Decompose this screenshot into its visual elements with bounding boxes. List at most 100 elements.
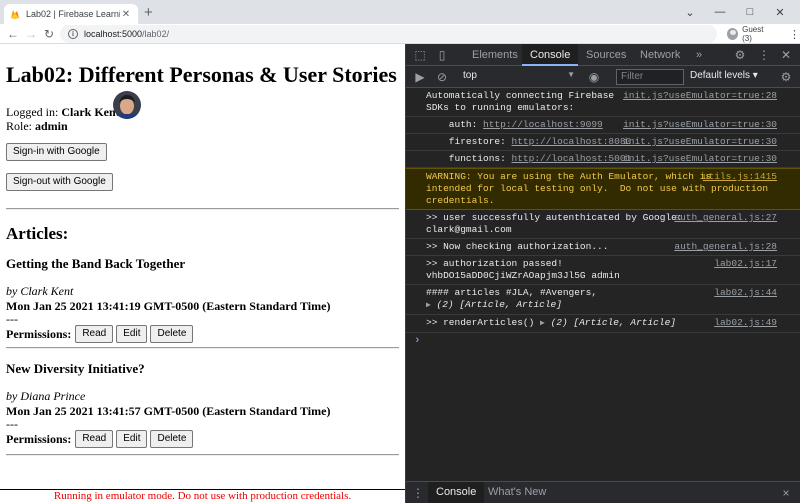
settings-gear-icon[interactable]: ⚙ <box>732 47 748 63</box>
expand-triangle-icon[interactable]: ▶ <box>426 301 431 310</box>
clear-console-icon[interactable]: ⊘ <box>434 69 450 85</box>
console-message: >> authorization passed! vhbDO15aDD0CjiW… <box>406 256 800 285</box>
drawer-menu-icon[interactable]: ⋮ <box>410 485 426 501</box>
article-title: New Diversity Initiative? <box>6 361 145 376</box>
article-card: Getting the Band Back Together by Clark … <box>6 256 399 343</box>
forward-icon[interactable]: → <box>23 26 39 42</box>
drawer-tab-whats-new[interactable]: What's New <box>480 482 554 503</box>
close-drawer-icon[interactable]: × <box>778 485 794 501</box>
maximize-icon[interactable]: □ <box>735 0 765 24</box>
delete-button[interactable]: Delete <box>150 325 194 343</box>
console-toolbar: ▶ ⊘ top ▼ ◉ Filter Default levels ▾ ⚙ <box>406 66 800 88</box>
tab-network[interactable]: Network <box>632 44 688 66</box>
delete-button[interactable]: Delete <box>150 430 194 448</box>
article-author: by Diana Prince <box>6 389 86 403</box>
devtools-drawer: ⋮ Console What's New × <box>406 481 800 503</box>
site-info-icon[interactable]: i <box>68 29 78 39</box>
back-icon[interactable]: ← <box>5 26 21 42</box>
read-button[interactable]: Read <box>75 430 114 448</box>
console-settings-gear-icon[interactable]: ⚙ <box>778 69 794 85</box>
tab-console[interactable]: Console <box>522 44 579 66</box>
signin-row: Sign-in with Google <box>6 143 399 161</box>
source-link[interactable]: auth_general.js:28 <box>674 241 777 253</box>
url-link[interactable]: http://localhost:8080 <box>512 136 632 147</box>
tab-close-icon[interactable]: ✕ <box>120 9 132 20</box>
devtools-panel: ⬚ ▯ Elements Console Sources Network » ⚙… <box>405 44 800 503</box>
source-link[interactable]: init.js?useEmulator=true:30 <box>623 119 777 131</box>
role-label: Role: <box>6 119 32 133</box>
drawer-tab-console[interactable]: Console <box>428 482 485 503</box>
console-message: functions: http://localhost:5001 init.js?… <box>406 151 800 168</box>
source-link[interactable]: init.js?useEmulator=true:28 <box>623 90 777 102</box>
profile-label: Guest (3) <box>742 25 764 43</box>
firebase-icon <box>11 10 19 19</box>
navigation-bar: ← → ↻ i localhost:5000/lab02/ Guest (3) … <box>0 24 800 44</box>
logged-in-line: Logged in: Clark Kent <box>6 105 399 119</box>
article-date: Mon Jan 25 2021 13:41:19 GMT-0500 (Easte… <box>6 299 331 313</box>
role-value: admin <box>35 119 68 133</box>
article-card: New Diversity Initiative? by Diana Princ… <box>6 361 399 448</box>
page-title: Lab02: Different Personas & User Stories <box>6 62 397 87</box>
permissions-label: Permissions: <box>6 326 72 341</box>
close-devtools-icon[interactable]: ✕ <box>778 47 794 63</box>
article-separator: --- <box>6 417 18 431</box>
source-link[interactable]: auth_general.js:27 <box>674 212 777 224</box>
expand-triangle-icon[interactable]: ▶ <box>540 319 545 328</box>
edit-button[interactable]: Edit <box>116 430 148 448</box>
logged-in-label: Logged in: <box>6 105 59 119</box>
address-bar[interactable]: i localhost:5000/lab02/ <box>60 25 717 43</box>
log-levels-dropdown[interactable]: Default levels ▾ <box>690 70 758 81</box>
filter-input[interactable]: Filter <box>616 69 684 85</box>
source-link[interactable]: init.js?useEmulator=true:30 <box>623 153 777 165</box>
source-link[interactable]: lab02.js:17 <box>714 258 777 270</box>
url-link[interactable]: http://localhost:9099 <box>483 119 603 130</box>
console-message: #### articles #JLA, #Avengers, ▶ (2) [Ar… <box>406 285 800 315</box>
inspect-element-icon[interactable]: ⬚ <box>412 47 428 63</box>
article-separator: --- <box>6 312 18 326</box>
expandable-array[interactable]: (2) [Article, Article] <box>437 299 562 310</box>
browser-tab[interactable]: Lab02 | Firebase Learning ✕ <box>4 4 138 24</box>
source-link[interactable]: utils.js:1415 <box>703 171 777 183</box>
guest-avatar-icon <box>727 28 739 40</box>
device-toolbar-icon[interactable]: ▯ <box>434 47 450 63</box>
console-message: Automatically connecting Firebase SDKs t… <box>406 88 800 117</box>
console-output: Automatically connecting Firebase SDKs t… <box>406 88 800 487</box>
close-window-icon[interactable]: ✕ <box>765 0 795 24</box>
divider <box>6 347 399 349</box>
console-prompt-input[interactable]: › <box>406 333 800 349</box>
login-info: Logged in: Clark Kent Role: admin <box>6 91 399 133</box>
permissions-row: Permissions: Read Edit Delete <box>6 325 399 343</box>
article-title: Getting the Band Back Together <box>6 256 186 271</box>
reload-icon[interactable]: ↻ <box>41 26 57 42</box>
show-sidebar-icon[interactable]: ▶ <box>412 69 428 85</box>
devtools-menu-icon[interactable]: ⋮ <box>756 47 772 63</box>
sign-out-button[interactable]: Sign-out with Google <box>6 173 113 191</box>
read-button[interactable]: Read <box>75 325 114 343</box>
source-link[interactable]: lab02.js:44 <box>714 287 777 299</box>
user-avatar <box>113 91 141 119</box>
tab-sources[interactable]: Sources <box>578 44 634 66</box>
expandable-array[interactable]: (2) [Article, Article] <box>551 317 676 328</box>
url-link[interactable]: http://localhost:5001 <box>512 153 632 164</box>
search-tabs-icon[interactable]: ⌄ <box>675 0 705 24</box>
tab-elements[interactable]: Elements <box>464 44 526 66</box>
more-tabs-icon[interactable]: » <box>688 44 710 66</box>
edit-button[interactable]: Edit <box>116 325 148 343</box>
role-line: Role: admin <box>6 119 399 133</box>
article-author: by Clark Kent <box>6 284 74 298</box>
minimize-icon[interactable]: — <box>705 0 735 24</box>
kebab-menu-icon[interactable]: ⋮ <box>789 28 800 41</box>
browser-tab-bar: Lab02 | Firebase Learning ✕ + ⌄ — □ ✕ <box>0 0 800 24</box>
live-expression-eye-icon[interactable]: ◉ <box>586 69 602 85</box>
sign-in-button[interactable]: Sign-in with Google <box>6 143 107 161</box>
source-link[interactable]: init.js?useEmulator=true:30 <box>623 136 777 148</box>
console-message: firestore: http://localhost:8080 init.js?… <box>406 134 800 151</box>
tab-title: Lab02 | Firebase Learning <box>26 9 120 19</box>
divider <box>6 454 399 456</box>
source-link[interactable]: lab02.js:49 <box>714 317 777 329</box>
web-page: Lab02: Different Personas & User Stories… <box>0 44 405 503</box>
context-selector[interactable]: top ▼ <box>463 70 575 84</box>
profile-button[interactable]: Guest (3) ⋮ <box>727 25 800 43</box>
signout-row: Sign-out with Google <box>6 173 399 191</box>
new-tab-icon[interactable]: + <box>144 4 153 22</box>
